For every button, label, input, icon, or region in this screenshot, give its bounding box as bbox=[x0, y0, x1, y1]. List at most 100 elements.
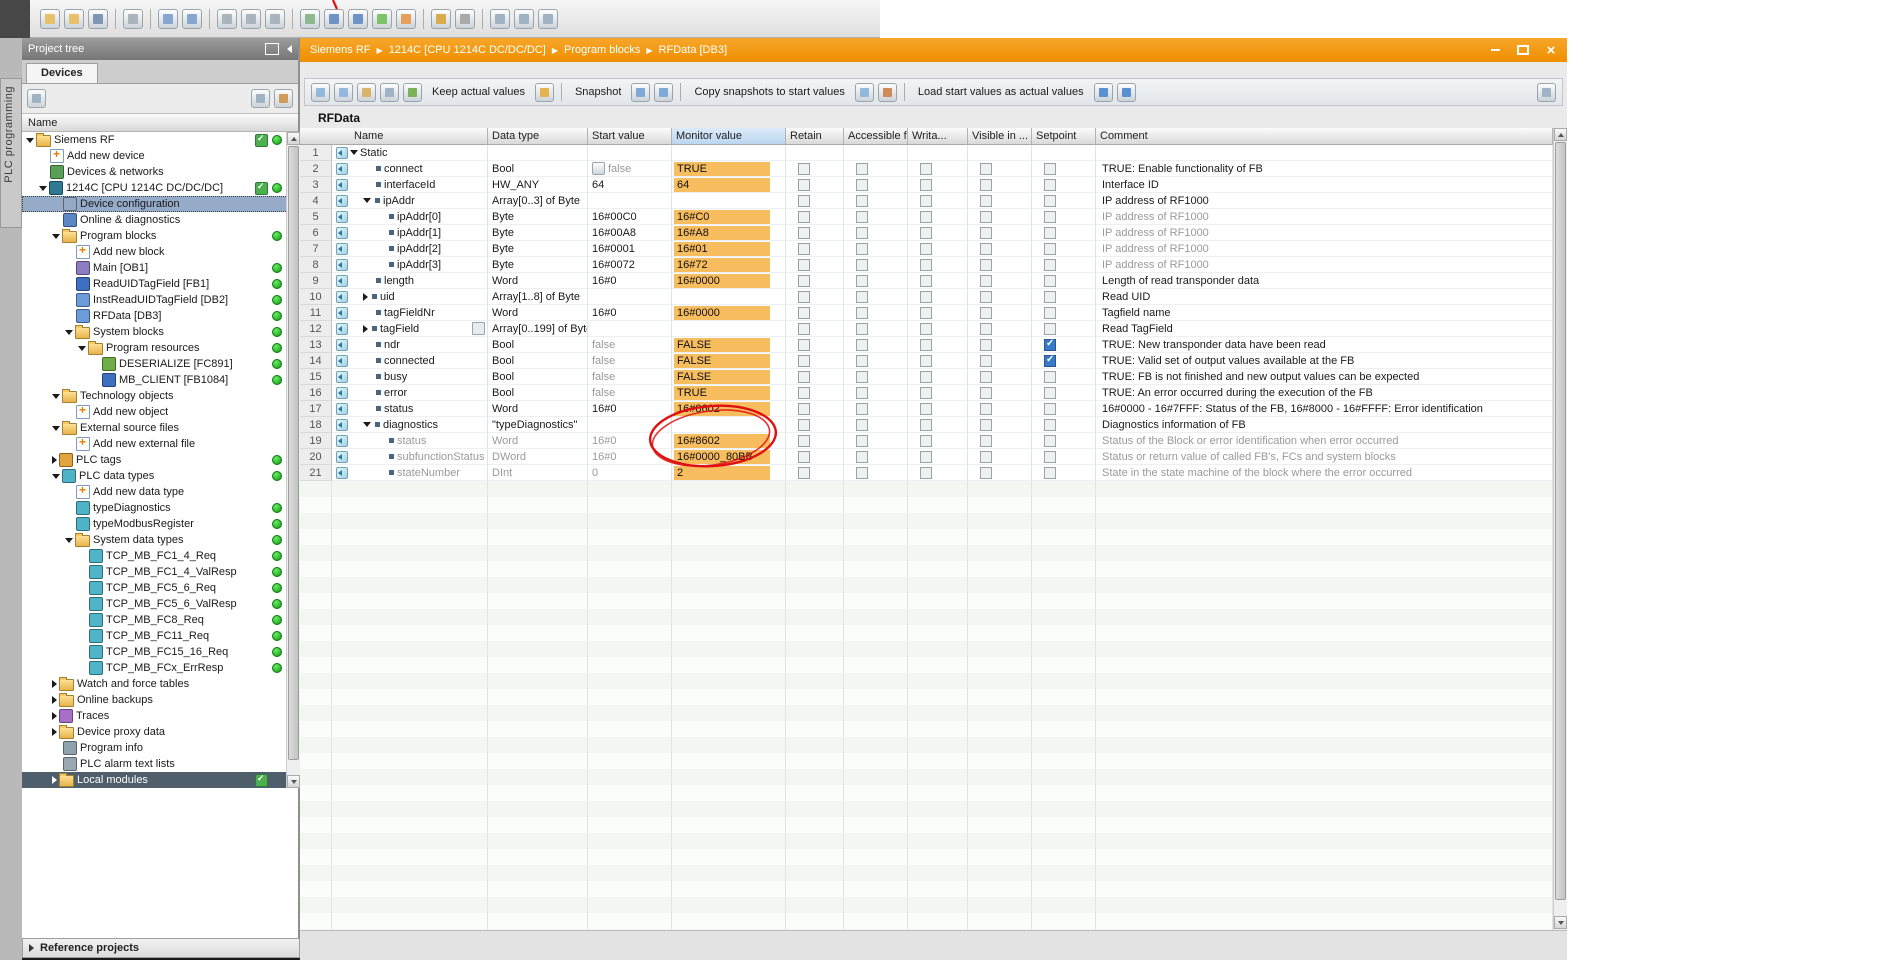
expander-icon[interactable] bbox=[65, 330, 73, 335]
writable-checkbox[interactable] bbox=[920, 227, 932, 239]
tree-item-siemens-rf[interactable]: Siemens RF bbox=[22, 132, 298, 148]
monitor-value-cell[interactable]: 16#8602 bbox=[672, 401, 786, 417]
setpoint-checkbox[interactable] bbox=[1044, 451, 1056, 463]
tree-scroll-down-icon[interactable] bbox=[287, 775, 300, 788]
tree-item-add-new-object[interactable]: Add new object bbox=[22, 404, 298, 420]
visible-checkbox[interactable] bbox=[980, 403, 992, 415]
writable-checkbox[interactable] bbox=[920, 291, 932, 303]
tree-item-device-proxy-data[interactable]: Device proxy data bbox=[22, 724, 298, 740]
comment-cell[interactable]: IP address of RF1000 bbox=[1096, 257, 1553, 273]
tree-item-add-new-data-type[interactable]: Add new data type bbox=[22, 484, 298, 500]
name-cell[interactable]: status bbox=[332, 401, 488, 417]
retain-checkbox[interactable] bbox=[798, 195, 810, 207]
data-type-cell[interactable]: Byte bbox=[488, 225, 588, 241]
monitor-value-cell[interactable]: 16#01 bbox=[672, 241, 786, 257]
visible-checkbox[interactable] bbox=[980, 259, 992, 271]
tree-item-typediagnostics[interactable]: typeDiagnostics bbox=[22, 500, 298, 516]
accessible-checkbox[interactable] bbox=[856, 243, 868, 255]
comment-cell[interactable]: Read UID bbox=[1096, 289, 1553, 305]
db-row-16-error[interactable]: 16errorBoolfalseTRUETRUE: An error occur… bbox=[300, 385, 1553, 401]
db-row-7-ipaddr-2[interactable]: 7ipAddr[2]Byte16#000116#01IP address of … bbox=[300, 241, 1553, 257]
print-icon[interactable] bbox=[123, 9, 143, 29]
monitor-value-cell[interactable] bbox=[672, 417, 786, 433]
go-online-icon[interactable] bbox=[431, 9, 451, 29]
accessible-checkbox[interactable] bbox=[856, 451, 868, 463]
comment-cell[interactable]: State in the state machine of the block … bbox=[1096, 465, 1553, 481]
comment-cell[interactable] bbox=[1096, 145, 1553, 161]
db-row-18-diagnostics[interactable]: 18diagnostics"typeDiagnostics"Diagnostic… bbox=[300, 417, 1553, 433]
accessible-checkbox[interactable] bbox=[856, 435, 868, 447]
breadcrumb-item-siemens-rf[interactable]: Siemens RF bbox=[310, 44, 371, 56]
minimize-button[interactable] bbox=[1483, 42, 1507, 59]
accessible-checkbox[interactable] bbox=[856, 387, 868, 399]
accessible-checkbox[interactable] bbox=[856, 371, 868, 383]
tree-column-settings-icon[interactable] bbox=[251, 89, 270, 108]
visible-checkbox[interactable] bbox=[980, 435, 992, 447]
writable-checkbox[interactable] bbox=[920, 195, 932, 207]
column-header-writa[interactable]: Writa... bbox=[908, 128, 968, 145]
writable-checkbox[interactable] bbox=[920, 163, 932, 175]
row-number[interactable]: 1 bbox=[300, 145, 332, 161]
accessible-checkbox[interactable] bbox=[856, 211, 868, 223]
tree-item-tcp-mb-fc15-16-req[interactable]: TCP_MB_FC15_16_Req bbox=[22, 644, 298, 660]
row-number[interactable]: 18 bbox=[300, 417, 332, 433]
add-row-after-icon[interactable] bbox=[334, 83, 353, 102]
table-scroll-up-icon[interactable] bbox=[1554, 128, 1567, 141]
visible-checkbox[interactable] bbox=[980, 339, 992, 351]
tree-item-instreaduidtagfield-db2[interactable]: InstReadUIDTagField [DB2] bbox=[22, 292, 298, 308]
monitor-value-cell[interactable]: FALSE bbox=[672, 353, 786, 369]
data-type-cell[interactable]: Bool bbox=[488, 385, 588, 401]
tree-item-deserialize-fc891[interactable]: DESERIALIZE [FC891] bbox=[22, 356, 298, 372]
visible-checkbox[interactable] bbox=[980, 211, 992, 223]
db-row-10-uid[interactable]: 10uidArray[1..8] of ByteRead UID bbox=[300, 289, 1553, 305]
name-cell[interactable]: connected bbox=[332, 353, 488, 369]
data-type-cell[interactable]: Word bbox=[488, 433, 588, 449]
accessible-checkbox[interactable] bbox=[856, 227, 868, 239]
accessible-checkbox[interactable] bbox=[856, 467, 868, 479]
tree-item-program-blocks[interactable]: Program blocks bbox=[22, 228, 298, 244]
setpoint-checkbox[interactable] bbox=[1044, 275, 1056, 287]
name-cell[interactable]: uid bbox=[332, 289, 488, 305]
retain-checkbox[interactable] bbox=[798, 179, 810, 191]
db-row-2-connect[interactable]: 2connectBoolfalseTRUETRUE: Enable functi… bbox=[300, 161, 1553, 177]
visible-checkbox[interactable] bbox=[980, 371, 992, 383]
name-cell[interactable]: status bbox=[332, 433, 488, 449]
expander-icon[interactable] bbox=[52, 474, 60, 479]
row-number[interactable]: 10 bbox=[300, 289, 332, 305]
accessible-checkbox[interactable] bbox=[856, 355, 868, 367]
tree-item-online-diagnostics[interactable]: Online & diagnostics bbox=[22, 212, 298, 228]
row-number[interactable]: 12 bbox=[300, 321, 332, 337]
db-row-1-static[interactable]: 1Static bbox=[300, 145, 1553, 161]
breadcrumb-item-program-blocks[interactable]: Program blocks bbox=[564, 44, 640, 56]
writable-checkbox[interactable] bbox=[920, 259, 932, 271]
close-button[interactable] bbox=[1539, 42, 1563, 59]
snapshot-button[interactable]: Snapshot bbox=[569, 84, 627, 100]
comment-cell[interactable]: IP address of RF1000 bbox=[1096, 225, 1553, 241]
setpoint-checkbox[interactable] bbox=[1044, 243, 1056, 255]
start-value-button-icon[interactable] bbox=[592, 162, 605, 175]
tree-item-rfdata-db3[interactable]: RFData [DB3] bbox=[22, 308, 298, 324]
monitor-value-cell[interactable]: 16#C0 bbox=[672, 209, 786, 225]
setpoint-checkbox[interactable] bbox=[1044, 211, 1056, 223]
monitor-value-cell[interactable]: 16#A8 bbox=[672, 225, 786, 241]
tree-item-system-data-types[interactable]: System data types bbox=[22, 532, 298, 548]
expander-icon[interactable] bbox=[52, 696, 57, 704]
start-value-cell[interactable]: false bbox=[588, 369, 672, 385]
retain-checkbox[interactable] bbox=[798, 403, 810, 415]
start-value-cell[interactable]: false bbox=[588, 337, 672, 353]
expander-icon[interactable] bbox=[363, 325, 368, 333]
data-type-cell[interactable]: HW_ANY bbox=[488, 177, 588, 193]
tree-item-add-new-external-file[interactable]: Add new external file bbox=[22, 436, 298, 452]
tree-item-traces[interactable]: Traces bbox=[22, 708, 298, 724]
row-number[interactable]: 2 bbox=[300, 161, 332, 177]
row-number[interactable]: 13 bbox=[300, 337, 332, 353]
tree-item-readuidtagfield-fb1[interactable]: ReadUIDTagField [FB1] bbox=[22, 276, 298, 292]
expander-icon[interactable] bbox=[26, 138, 34, 143]
db-row-3-interfaceid[interactable]: 3interfaceIdHW_ANY6464Interface ID bbox=[300, 177, 1553, 193]
monitor-value-cell[interactable]: 16#8602 bbox=[672, 433, 786, 449]
visible-checkbox[interactable] bbox=[980, 323, 992, 335]
tree-item-program-resources[interactable]: Program resources bbox=[22, 340, 298, 356]
setpoint-checkbox[interactable] bbox=[1044, 307, 1056, 319]
name-cell[interactable]: ipAddr[3] bbox=[332, 257, 488, 273]
data-type-cell[interactable]: Array[0..3] of Byte bbox=[488, 193, 588, 209]
